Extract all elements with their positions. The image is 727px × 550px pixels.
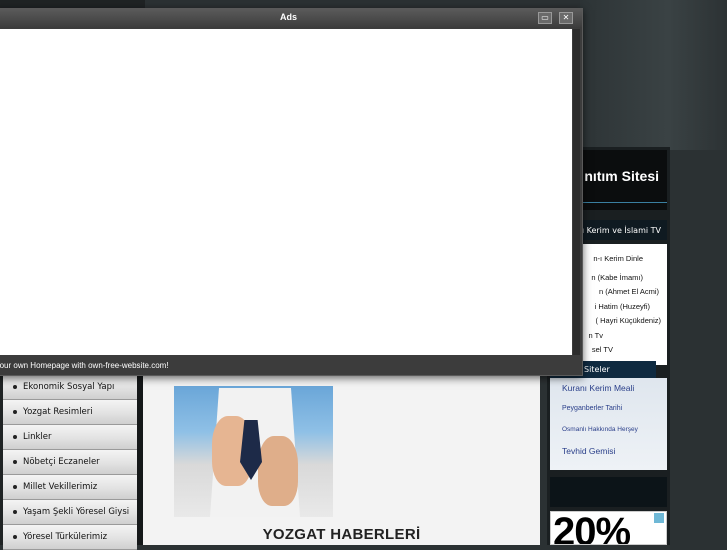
- ad-choices-icon[interactable]: [654, 513, 664, 523]
- sidebar-ad-banner[interactable]: 20%: [550, 511, 667, 545]
- list-item[interactable]: n (Kabe İmamı): [591, 273, 643, 282]
- list-item[interactable]: sel TV: [592, 345, 613, 354]
- popup-titlebar[interactable]: Ads ▭ ✕: [0, 9, 582, 27]
- main-content: YOZGAT HABERLERİ: [143, 375, 540, 545]
- link-tevhid-gemisi[interactable]: Tevhid Gemisi: [562, 446, 615, 456]
- nav-item-label: Yozgat Resimleri: [23, 407, 93, 417]
- list-item[interactable]: ( Hayri Küçükdeniz): [596, 316, 661, 325]
- bullet-icon: [13, 460, 17, 464]
- news-photo[interactable]: [174, 386, 333, 517]
- close-icon[interactable]: ✕: [559, 12, 573, 24]
- nav-item-yozgat-resimleri[interactable]: Yozgat Resimleri: [3, 400, 137, 425]
- nav-item-nobetci-eczaneler[interactable]: Nöbetçi Eczaneler: [3, 450, 137, 475]
- popup-title: Ads: [279, 12, 297, 22]
- nav-item-linkler[interactable]: Linkler: [3, 425, 137, 450]
- nav-item-label: Linkler: [23, 432, 52, 442]
- popup-footer-link[interactable]: Your own Homepage with own-free-website.…: [0, 359, 169, 373]
- site-links: Kuranı Kerim Meali Peyganberler Tarihi O…: [550, 378, 667, 470]
- ads-popup-window[interactable]: Ads ▭ ✕ Your own Homepage with own-free-…: [0, 8, 583, 376]
- list-item[interactable]: n (Ahmet El Acmi): [599, 287, 659, 296]
- popup-scrollbar[interactable]: [573, 29, 580, 355]
- nav-item-yoresel-turkulerimiz[interactable]: Yöresel Türkülerimiz: [3, 525, 137, 550]
- nav-item-label: Yöresel Türkülerimiz: [23, 532, 108, 542]
- list-item[interactable]: n Tv: [589, 331, 603, 340]
- restore-icon[interactable]: ▭: [538, 12, 552, 24]
- link-osmanli-hakkinda[interactable]: Osmanlı Hakkında Herşey: [562, 426, 638, 433]
- nav-item-label: Yaşam Şekli Yöresel Giysi: [23, 507, 130, 517]
- list-item[interactable]: n-ı Kerim Dinle: [593, 254, 643, 263]
- bullet-icon: [13, 535, 17, 539]
- banner-title: nıtım Sitesi: [584, 168, 659, 184]
- bullet-icon: [13, 435, 17, 439]
- nav-item-label: Ekonomik Sosyal Yapı: [23, 382, 115, 392]
- sidebar-dark-panel: [550, 477, 667, 507]
- link-kurani-kerim-meali[interactable]: Kuranı Kerim Meali: [562, 383, 634, 393]
- bullet-icon: [13, 410, 17, 414]
- left-navigation: Ekonomik Sosyal Yapı Yozgat Resimleri Li…: [3, 375, 137, 550]
- ad-text: 20%: [553, 511, 631, 545]
- link-peygamberler-tarihi[interactable]: Peyganberler Tarihi: [562, 405, 622, 412]
- news-headline: YOZGAT HABERLERİ: [262, 526, 421, 543]
- bullet-icon: [13, 385, 17, 389]
- bullet-icon: [13, 485, 17, 489]
- nav-item-label: Millet Vekillerimiz: [23, 482, 98, 492]
- photo-hand-right: [258, 436, 298, 506]
- nav-item-yasam-sekli[interactable]: Yaşam Şekli Yöresel Giysi: [3, 500, 137, 525]
- nav-item-label: Nöbetçi Eczaneler: [23, 457, 100, 467]
- list-item[interactable]: i Hatim (Huzeyfi): [595, 302, 650, 311]
- nav-item-ekonomik-sosyal-yapi[interactable]: Ekonomik Sosyal Yapı: [3, 375, 137, 400]
- page-background-right: [580, 0, 727, 150]
- popup-ad-content[interactable]: [0, 29, 572, 355]
- bullet-icon: [13, 510, 17, 514]
- popup-footer: Your own Homepage with own-free-website.…: [0, 359, 582, 373]
- nav-item-millet-vekillerimiz[interactable]: Millet Vekillerimiz: [3, 475, 137, 500]
